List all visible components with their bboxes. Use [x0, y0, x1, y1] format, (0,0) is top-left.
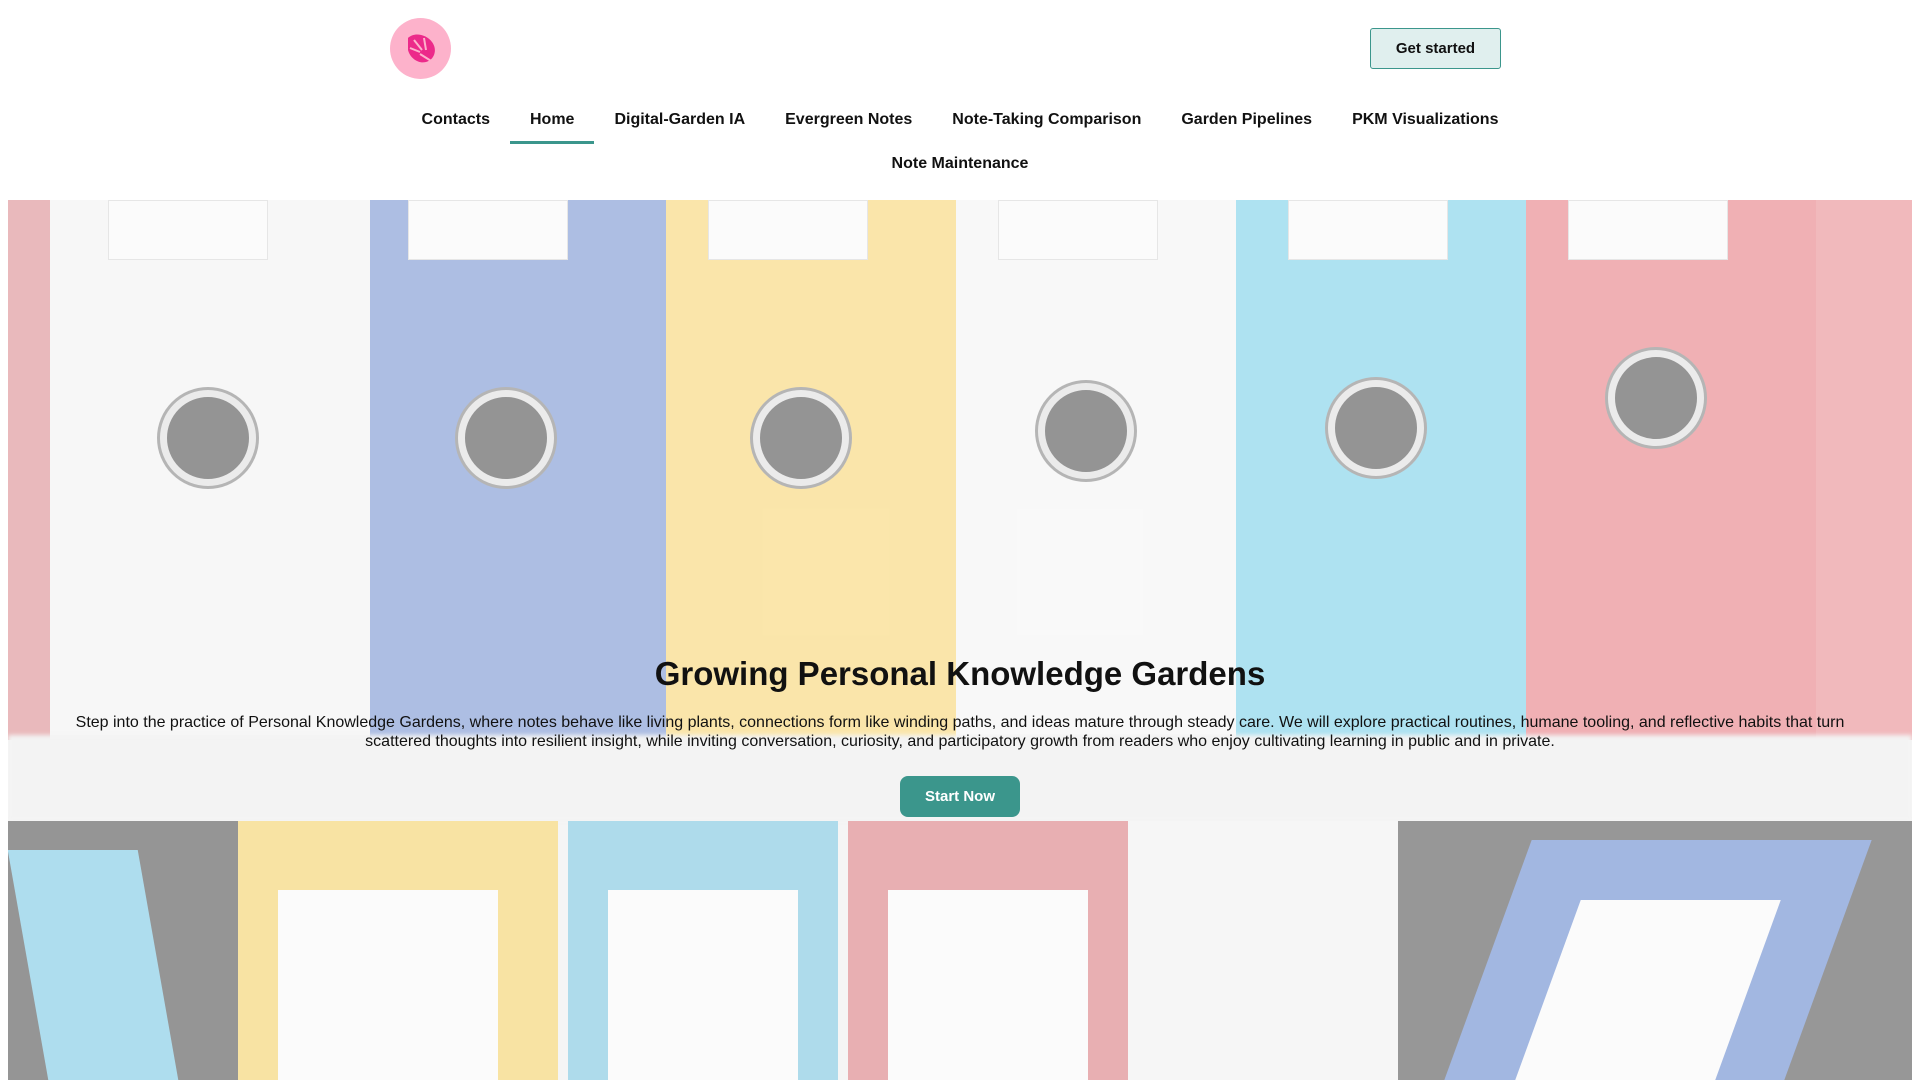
- nav-note-maintenance[interactable]: Note Maintenance: [872, 144, 1049, 188]
- nav-evergreen-notes[interactable]: Evergreen Notes: [765, 100, 932, 144]
- main-nav: Contacts Home Digital-Garden IA Evergree…: [400, 100, 1520, 188]
- nav-contacts[interactable]: Contacts: [402, 100, 510, 144]
- nav-garden-pipelines[interactable]: Garden Pipelines: [1161, 100, 1332, 144]
- logo[interactable]: [390, 18, 451, 79]
- nav-pkm-visualizations[interactable]: PKM Visualizations: [1332, 100, 1518, 144]
- hero-content: Growing Personal Knowledge Gardens Step …: [8, 655, 1912, 817]
- nav-home[interactable]: Home: [509, 100, 595, 144]
- nav-digital-garden-ia[interactable]: Digital-Garden IA: [594, 100, 765, 144]
- hero-title: Growing Personal Knowledge Gardens: [654, 655, 1266, 692]
- get-started-button[interactable]: Get started: [1370, 28, 1501, 69]
- monstera-leaf-icon: [407, 34, 437, 65]
- hero-section: Growing Personal Knowledge Gardens Step …: [8, 200, 1912, 1080]
- start-now-button[interactable]: Start Now: [900, 776, 1020, 817]
- hero-description: Step into the practice of Personal Knowl…: [75, 714, 1845, 750]
- nav-note-taking-comparison[interactable]: Note-Taking Comparison: [932, 100, 1161, 144]
